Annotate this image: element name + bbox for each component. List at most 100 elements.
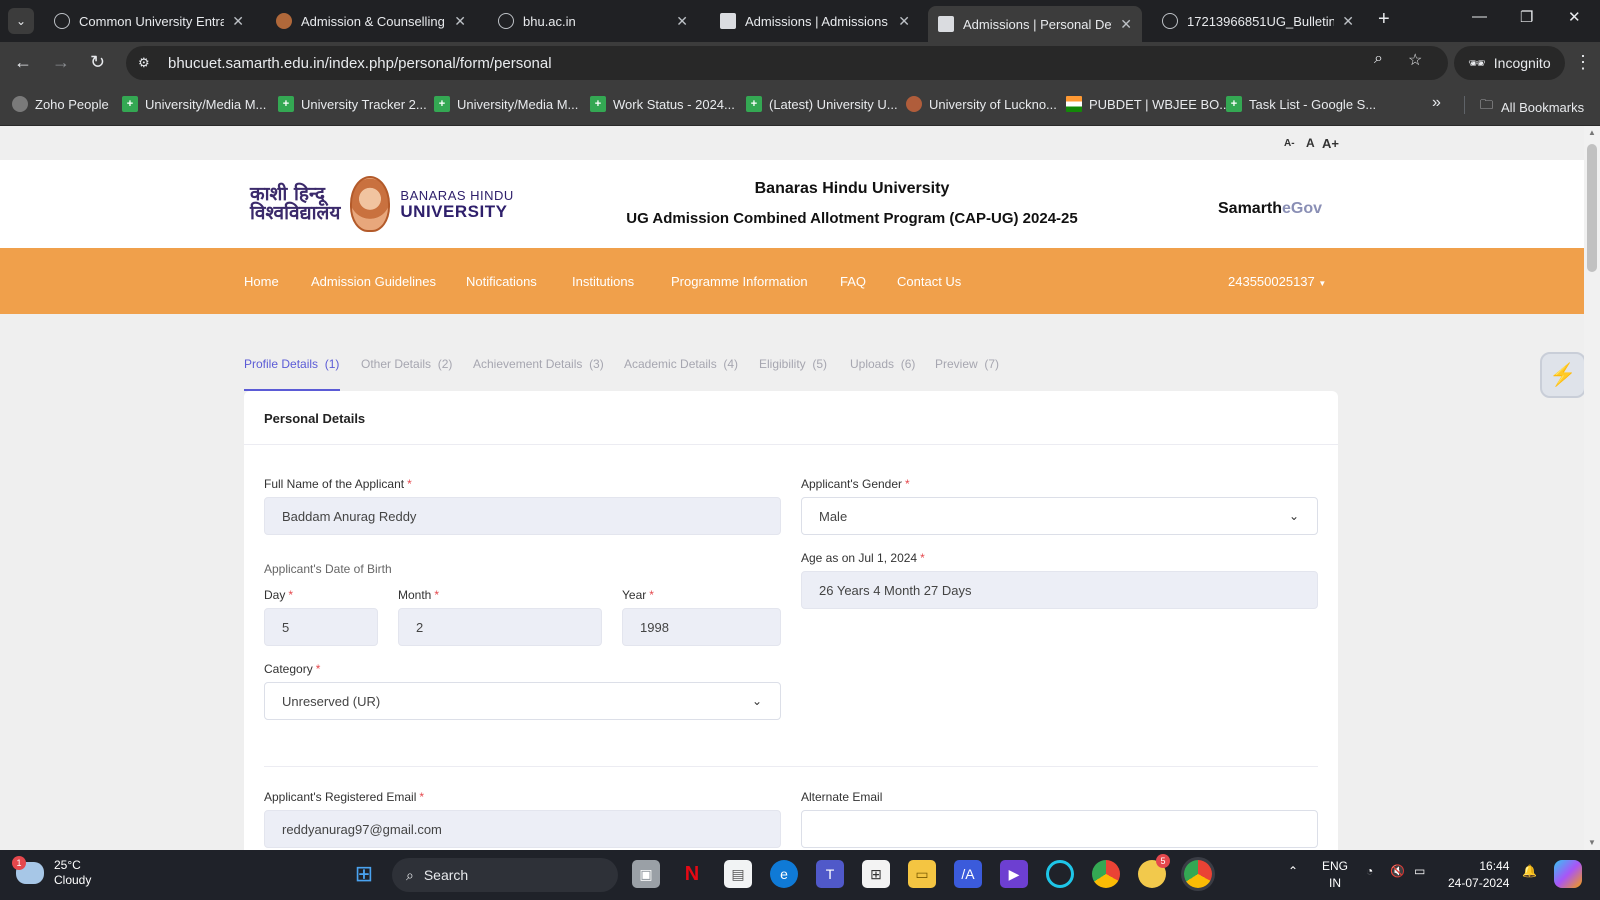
- tab-preview[interactable]: Preview (7): [935, 357, 999, 371]
- file-explorer-icon[interactable]: ▭: [908, 860, 936, 888]
- nav-admission-guidelines[interactable]: Admission Guidelines: [311, 274, 436, 289]
- bookmark-item[interactable]: + University Tracker 2...: [278, 96, 427, 112]
- close-icon[interactable]: ✕: [898, 13, 910, 30]
- user-menu-dropdown[interactable]: 243550025137 ▼: [1228, 274, 1326, 289]
- site-settings-icon[interactable]: ⚙: [138, 55, 158, 71]
- alt-email-field[interactable]: [801, 810, 1318, 848]
- weather-widget[interactable]: 1 25°C Cloudy: [12, 856, 91, 888]
- edge-icon[interactable]: e: [770, 860, 798, 888]
- forward-icon[interactable]: →: [52, 52, 70, 73]
- font-decrease-button[interactable]: A-: [1284, 138, 1295, 149]
- font-increase-button[interactable]: A+: [1322, 136, 1339, 151]
- tab-uploads[interactable]: Uploads (6): [850, 357, 915, 371]
- browser-tab-active[interactable]: Admissions | Personal Deta ✕: [928, 6, 1142, 42]
- required-mark: *: [407, 477, 412, 491]
- samarth-egov-logo[interactable]: SamartheGov: [1218, 200, 1322, 218]
- globe-icon: [1162, 13, 1178, 29]
- menu-icon[interactable]: ⋮: [1574, 52, 1592, 73]
- age-field[interactable]: 26 Years 4 Month 27 Days: [801, 571, 1318, 609]
- media-app-icon[interactable]: ▶: [1000, 860, 1028, 888]
- bookmark-item[interactable]: + University/Media M...: [122, 96, 266, 112]
- close-icon[interactable]: ✕: [1120, 16, 1132, 33]
- bookmark-item[interactable]: PUBDET | WBJEE BO...: [1066, 96, 1230, 112]
- restore-icon[interactable]: ❐: [1520, 8, 1533, 26]
- bookmark-star-icon[interactable]: ☆: [1408, 50, 1422, 70]
- chrome-icon[interactable]: [1092, 860, 1120, 888]
- chat-app-icon[interactable]: 5: [1138, 854, 1170, 888]
- dob-day-field[interactable]: 5: [264, 608, 378, 646]
- bookmark-item[interactable]: + (Latest) University U...: [746, 96, 898, 112]
- close-icon[interactable]: ✕: [232, 13, 244, 30]
- minimize-icon[interactable]: —: [1472, 8, 1487, 25]
- font-normal-button[interactable]: A: [1306, 136, 1315, 150]
- chevron-double-right-icon[interactable]: »: [1432, 94, 1441, 112]
- scroll-down-icon[interactable]: ▼: [1588, 838, 1596, 847]
- browser-tab[interactable]: Admissions | Admissions ✕: [710, 6, 920, 36]
- new-tab-icon[interactable]: +: [1378, 8, 1390, 31]
- tab-other-details[interactable]: Other Details (2): [361, 357, 452, 371]
- dob-month-field[interactable]: 2: [398, 608, 602, 646]
- dob-year-field[interactable]: 1998: [622, 608, 781, 646]
- email-field[interactable]: reddyanurag97@gmail.com: [264, 810, 781, 848]
- bookmark-item[interactable]: + University/Media M...: [434, 96, 578, 112]
- browser-tab[interactable]: bhu.ac.in ✕: [488, 6, 698, 36]
- nav-institutions[interactable]: Institutions: [572, 274, 634, 289]
- battery-icon[interactable]: ▭: [1414, 864, 1425, 878]
- window-close-icon[interactable]: ✕: [1568, 8, 1581, 26]
- nav-contact-us[interactable]: Contact Us: [897, 274, 961, 289]
- teams-icon[interactable]: T: [816, 860, 844, 888]
- task-view-icon[interactable]: ▣: [632, 860, 660, 888]
- tab-profile-details[interactable]: Profile Details (1): [244, 357, 339, 371]
- incognito-button[interactable]: 🕶 Incognito: [1454, 46, 1565, 80]
- tab-eligibility[interactable]: Eligibility (5): [759, 357, 827, 371]
- notepad-icon[interactable]: ▤: [724, 860, 752, 888]
- app-icon[interactable]: /A: [954, 860, 982, 888]
- samarth-help-icon[interactable]: ⚡: [1540, 352, 1586, 398]
- category-select[interactable]: Unreserved (UR) ⌄: [264, 682, 781, 720]
- bookmark-item[interactable]: Zoho People: [12, 96, 109, 112]
- full-name-field[interactable]: Baddam Anurag Reddy: [264, 497, 781, 535]
- page-scrollbar[interactable]: ▲ ▼: [1584, 126, 1600, 850]
- bookmark-item[interactable]: + Task List - Google S...: [1226, 96, 1376, 112]
- alexa-icon[interactable]: [1046, 860, 1074, 888]
- tab-academic-details[interactable]: Academic Details (4): [624, 357, 738, 371]
- close-icon[interactable]: ✕: [676, 13, 688, 30]
- all-bookmarks-button[interactable]: 🗀 All Bookmarks: [1480, 96, 1584, 118]
- chevron-up-icon[interactable]: ⌃: [1288, 864, 1298, 878]
- scroll-up-icon[interactable]: ▲: [1588, 128, 1596, 137]
- bell-icon[interactable]: 🔔: [1522, 864, 1537, 878]
- close-icon[interactable]: ✕: [454, 13, 466, 30]
- language-indicator[interactable]: ENG IN: [1322, 858, 1348, 892]
- netflix-icon[interactable]: N: [678, 860, 706, 888]
- tab-achievement-details[interactable]: Achievement Details (3): [473, 357, 604, 371]
- nav-faq[interactable]: FAQ: [840, 274, 866, 289]
- label-text: Full Name of the Applicant: [264, 477, 405, 491]
- bookmark-item[interactable]: + Work Status - 2024...: [590, 96, 735, 112]
- browser-tab[interactable]: Admission & Counselling ✕: [266, 6, 476, 36]
- chrome-incognito-icon[interactable]: [1184, 860, 1212, 888]
- tab-search-icon[interactable]: ⌄: [8, 8, 34, 34]
- gender-select[interactable]: Male ⌄: [801, 497, 1318, 535]
- nav-programme-information[interactable]: Programme Information: [671, 274, 808, 289]
- bhu-logo[interactable]: काशी हिन्दू विश्वविद्यालय BANARAS HINDU …: [250, 176, 514, 232]
- browser-tab[interactable]: Common University Entran ✕: [44, 6, 254, 36]
- back-icon[interactable]: ←: [14, 52, 32, 73]
- store-icon[interactable]: ⊞: [862, 860, 890, 888]
- copilot-icon[interactable]: [1554, 860, 1582, 888]
- nav-home[interactable]: Home: [244, 274, 279, 289]
- close-icon[interactable]: ✕: [1342, 13, 1354, 30]
- browser-tab[interactable]: 17213966851UG_Bulletin- ✕: [1152, 6, 1364, 36]
- wifi-icon[interactable]: ◔: [1366, 864, 1373, 878]
- scrollbar-thumb[interactable]: [1587, 144, 1597, 272]
- volume-muted-icon[interactable]: 🔇: [1390, 864, 1405, 878]
- taskbar-search[interactable]: ⌕ Search: [392, 858, 618, 892]
- windows-start-icon[interactable]: ⊞: [350, 860, 378, 888]
- required-mark: *: [419, 790, 425, 804]
- reload-icon[interactable]: ↻: [90, 52, 105, 73]
- bookmark-label: Task List - Google S...: [1249, 96, 1377, 112]
- clock[interactable]: 16:44 24-07-2024: [1448, 858, 1509, 892]
- bookmark-item[interactable]: University of Luckno...: [906, 96, 1057, 112]
- address-bar[interactable]: ⚙ bhucuet.samarth.edu.in/index.php/perso…: [126, 46, 1448, 80]
- nav-notifications[interactable]: Notifications: [466, 274, 537, 289]
- zoom-icon[interactable]: ⌕: [1374, 50, 1383, 68]
